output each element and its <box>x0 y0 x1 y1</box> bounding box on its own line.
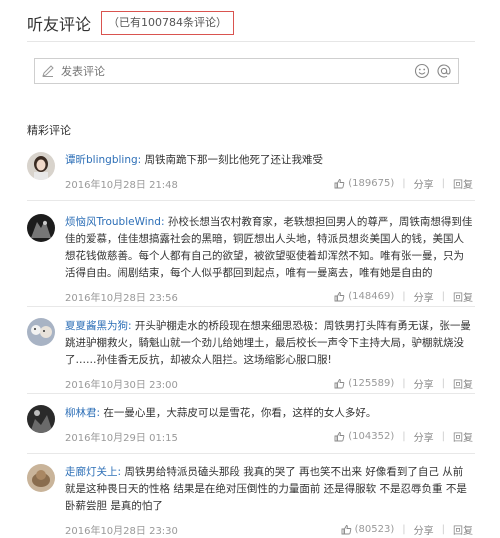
share-button[interactable]: 分享 <box>414 429 434 444</box>
comment-text: 夏夏酱黑为狗: 开头驴棚走水的桥段现在想来细思恐极：周铁男打头阵有勇无谋，张一曼… <box>65 318 473 369</box>
separator: | <box>402 377 406 389</box>
comment-username[interactable]: 夏夏酱黑为狗: <box>65 320 132 332</box>
header-divider <box>27 41 475 42</box>
comment-count-badge: （已有100784条评论） <box>101 11 235 35</box>
comment-username[interactable]: 烦恼风TroubleWind: <box>65 216 165 228</box>
share-button[interactable]: 分享 <box>414 289 434 304</box>
like-button[interactable]: (189675) <box>334 178 394 189</box>
featured-comments-heading: 精彩评论 <box>27 124 71 137</box>
reply-button[interactable]: 回复 <box>453 522 473 537</box>
separator: | <box>441 290 445 302</box>
separator: | <box>441 523 445 535</box>
separator: | <box>441 177 445 189</box>
comment-divider <box>27 306 475 307</box>
comments-header: 听友评论 （已有100784条评论） <box>27 10 235 36</box>
separator: | <box>402 177 406 189</box>
avatar[interactable] <box>27 464 55 492</box>
emoji-icon[interactable] <box>414 63 430 79</box>
like-button[interactable]: (148469) <box>334 291 394 302</box>
comment-input[interactable] <box>61 64 408 78</box>
comment-divider <box>27 453 475 454</box>
share-button[interactable]: 分享 <box>414 176 434 191</box>
reply-button[interactable]: 回复 <box>453 376 473 391</box>
separator: | <box>402 290 406 302</box>
thumbs-up-icon <box>334 178 345 188</box>
like-count: (125589) <box>348 377 395 389</box>
like-button[interactable]: (125589) <box>334 378 394 389</box>
like-button[interactable]: (80523) <box>341 523 395 535</box>
reply-button[interactable]: 回复 <box>453 176 473 191</box>
user-avatar-icon <box>27 405 55 433</box>
comment-text: 柳林君: 在一曼心里，大蒜皮可以是雪花，你看，这样的女人多好。 <box>65 405 473 422</box>
comment-text: 烦恼风TroubleWind: 孙校长想当农村教育家，老轶想担回男人的尊严，周铁… <box>65 214 473 282</box>
comment-text: 走廊灯关上: 周铁男给特派员磕头那段 我真的哭了 再也笑不出来 好像看到了自己 … <box>65 464 473 515</box>
avatar[interactable] <box>27 214 55 242</box>
thumbs-up-icon <box>341 524 351 534</box>
share-button[interactable]: 分享 <box>414 522 434 537</box>
share-button[interactable]: 分享 <box>414 376 434 391</box>
user-avatar-icon <box>27 318 55 346</box>
comment-time: 2016年10月28日 23:56 <box>65 292 178 304</box>
comment-time: 2016年10月30日 23:00 <box>65 379 178 391</box>
like-count: (148469) <box>348 290 395 302</box>
comment-content: 周铁男给特派员磕头那段 我真的哭了 再也笑不出来 好像看到了自己 从前就是这种畏… <box>65 466 467 512</box>
avatar[interactable] <box>27 405 55 433</box>
thumbs-up-icon <box>334 291 345 301</box>
avatar[interactable] <box>27 318 55 346</box>
separator: | <box>402 430 406 442</box>
like-count: (189675) <box>348 177 395 189</box>
comment-content: 在一曼心里，大蒜皮可以是雪花，你看，这样的女人多好。 <box>100 407 377 419</box>
comment-username[interactable]: 走廊灯关上: <box>65 466 121 478</box>
comment-username[interactable]: 柳林君: <box>65 407 100 419</box>
avatar[interactable] <box>27 152 55 180</box>
separator: | <box>441 430 445 442</box>
pencil-icon <box>42 65 54 77</box>
comment-compose-box[interactable] <box>34 58 459 84</box>
at-mention-icon[interactable] <box>436 63 452 79</box>
reply-button[interactable]: 回复 <box>453 429 473 444</box>
like-button[interactable]: (104352) <box>334 431 394 442</box>
comment-divider <box>27 393 475 394</box>
comment-time: 2016年10月29日 01:15 <box>65 432 178 444</box>
thumbs-up-icon <box>334 378 345 388</box>
comment-content: 周铁南跪下那一刻比他死了还让我难受 <box>141 154 324 166</box>
thumbs-up-icon <box>334 431 345 441</box>
comment-divider <box>27 200 475 201</box>
user-avatar-icon <box>27 214 55 242</box>
user-avatar-icon <box>27 152 55 180</box>
comment-username[interactable]: 谭昕blingbling: <box>65 154 141 166</box>
comment-text: 谭昕blingbling: 周铁南跪下那一刻比他死了还让我难受 <box>65 152 473 169</box>
reply-button[interactable]: 回复 <box>453 289 473 304</box>
user-avatar-icon <box>27 464 55 492</box>
page-title: 听友评论 <box>27 15 92 34</box>
separator: | <box>402 523 406 535</box>
separator: | <box>441 377 445 389</box>
like-count: (80523) <box>354 523 395 535</box>
comment-time: 2016年10月28日 21:48 <box>65 179 178 191</box>
like-count: (104352) <box>348 430 395 442</box>
comment-time: 2016年10月28日 23:30 <box>65 525 178 537</box>
